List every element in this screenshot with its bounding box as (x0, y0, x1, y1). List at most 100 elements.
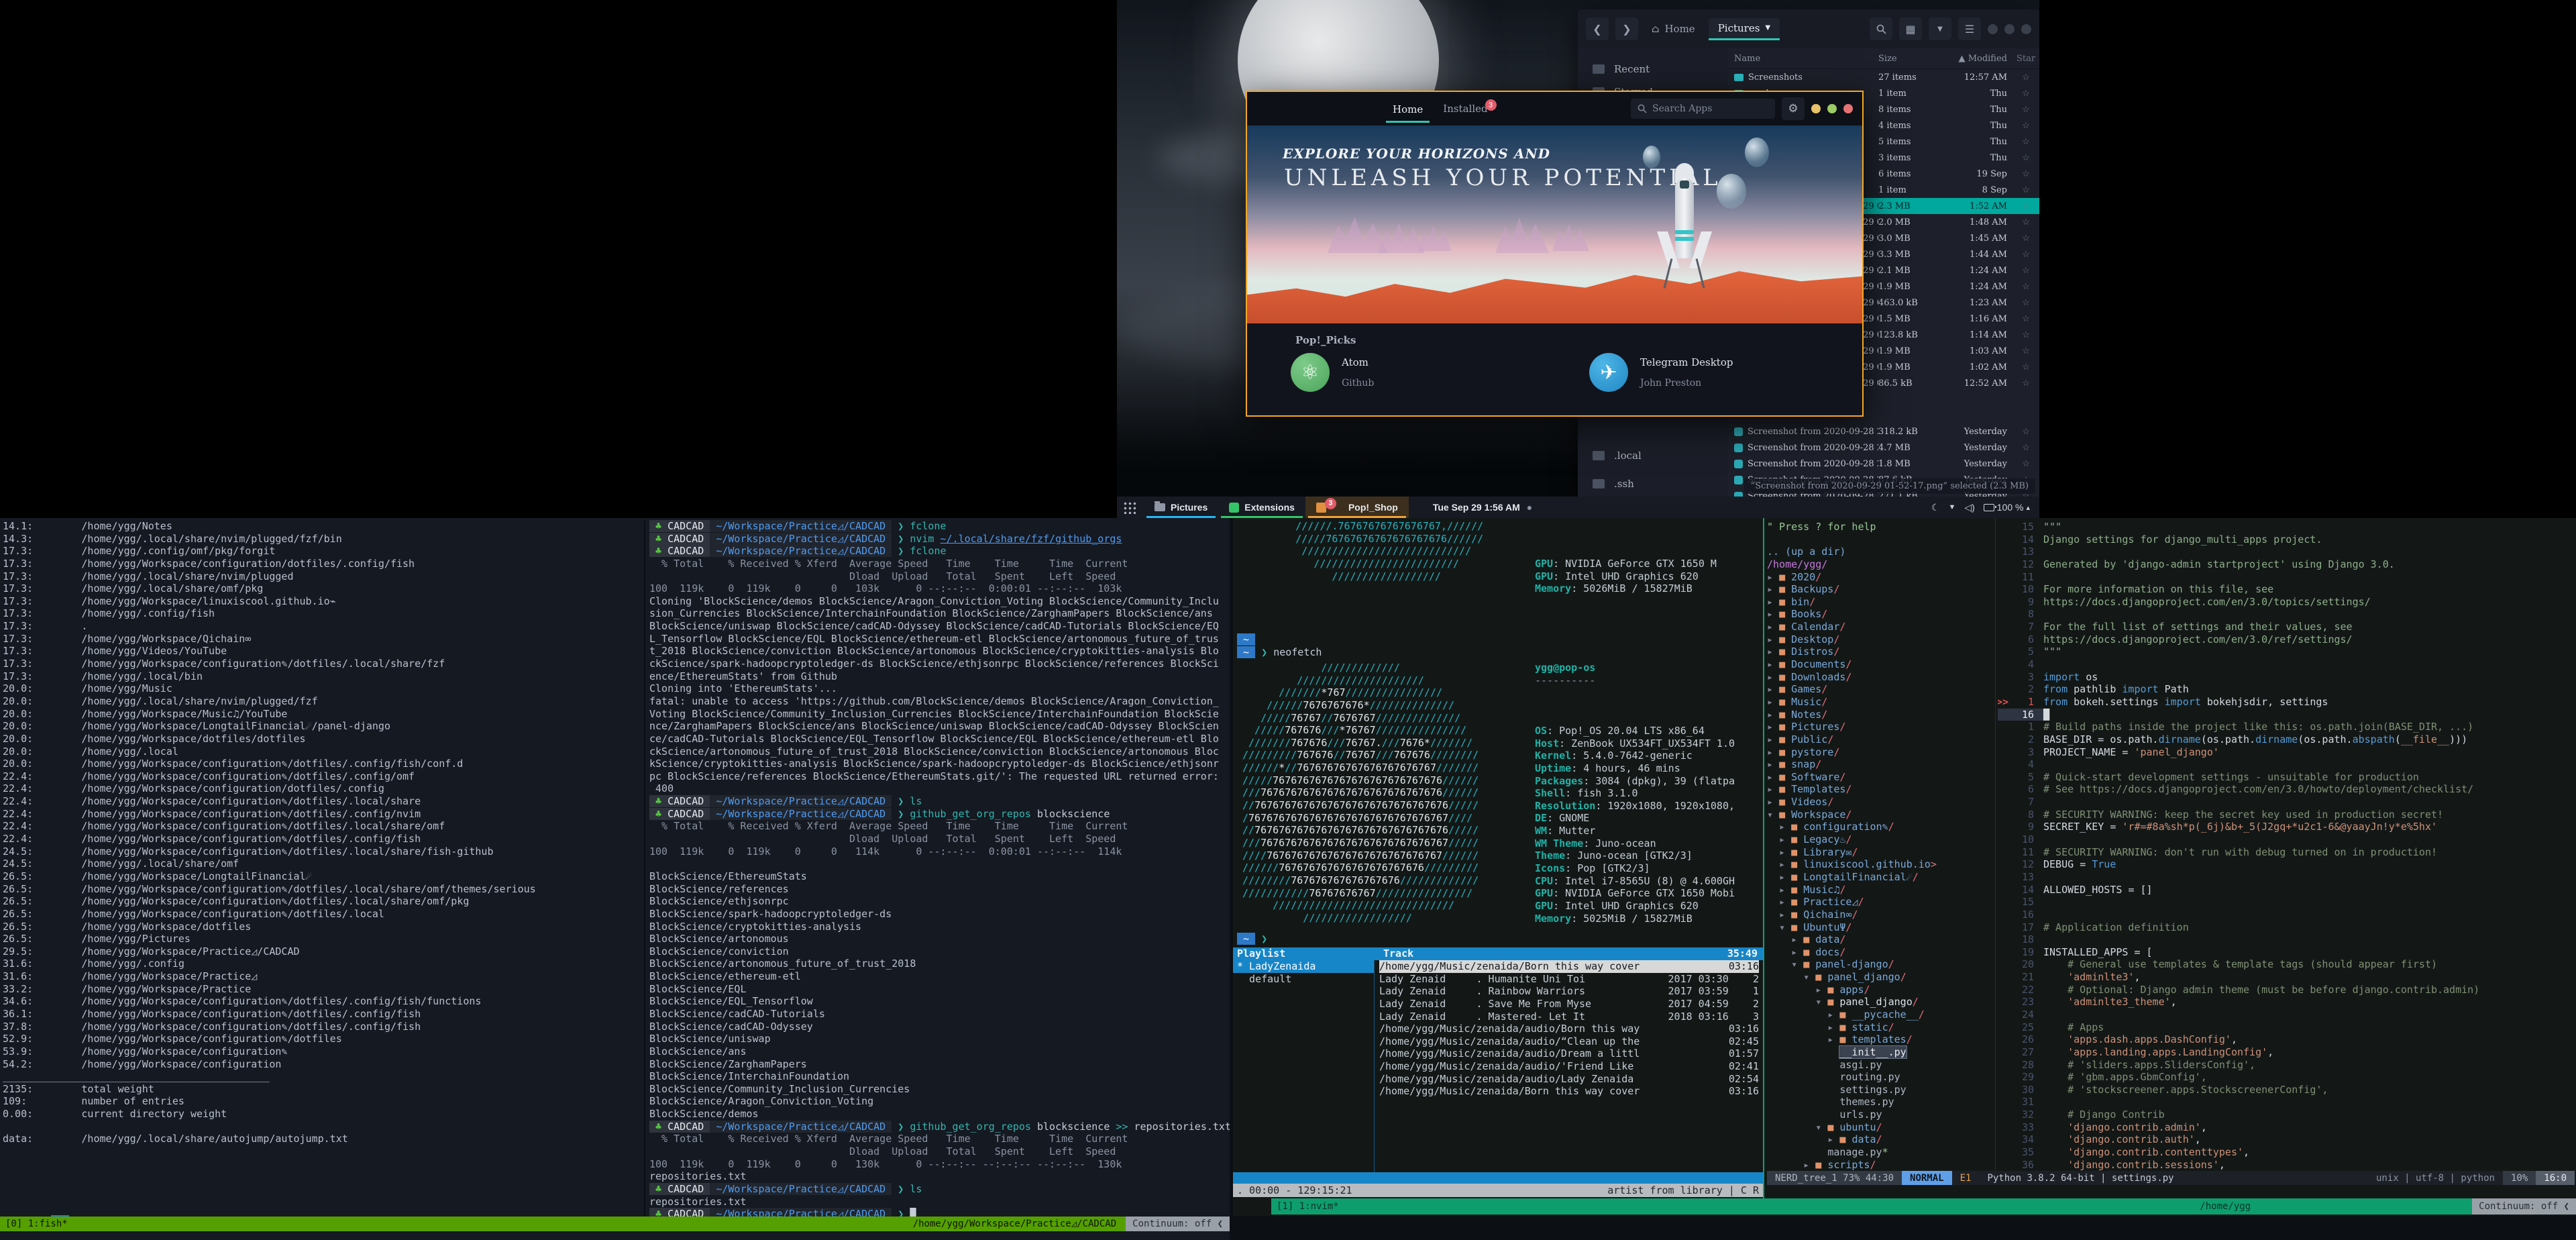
cadcad-shell-pane[interactable]: ♣ CADCAD ~/Workspace/Practice◿/CADCAD ❯ … (644, 520, 1230, 1217)
star-icon[interactable]: ☆ (2012, 185, 2039, 195)
vim-statusline: NERD_tree_1 73% 44:30 NORMAL E1 Python 3… (1767, 1171, 2575, 1185)
cmus-divider (1374, 960, 1375, 1172)
star-icon[interactable]: ☆ (2012, 378, 2039, 389)
home-icon: ⌂ (1652, 23, 1659, 35)
chevron-down-icon: ▼ (1765, 24, 1770, 32)
files-column-headers: Name Size ▲ Modified Star (1727, 48, 2039, 69)
banner-bubble (1745, 138, 1769, 167)
cmus-tracklist[interactable]: /home/ygg/Music/zenaida/Born this way co… (1379, 960, 1759, 1098)
forward-button[interactable]: ❯ (1615, 17, 1638, 40)
bottom-monitor: 14.1: /home/ygg/Notes14.3: /home/ygg/.lo… (0, 518, 2576, 1240)
breadcrumb-home[interactable]: ⌂Home (1645, 19, 1702, 39)
tmux-pane-divider[interactable] (1763, 518, 1764, 1198)
star-icon[interactable]: ☆ (2012, 282, 2039, 292)
search-icon[interactable] (1870, 17, 1892, 40)
star-icon[interactable]: ☆ (2012, 459, 2039, 469)
view-options-icon[interactable]: ▼ (1929, 17, 1951, 40)
taskbar-tab-pictures[interactable]: Pictures (1144, 497, 1218, 518)
star-icon[interactable]: ☆ (2012, 89, 2039, 99)
window-control[interactable] (1988, 24, 1998, 34)
sidebar-item[interactable]: Recent (1578, 58, 1727, 81)
cmus-progress-bar[interactable] (1233, 1172, 1763, 1184)
column-size[interactable]: Size (1878, 54, 1940, 64)
window-close[interactable] (1843, 104, 1853, 113)
sidebar-item[interactable]: .ssh (1578, 470, 1727, 498)
star-icon[interactable]: ☆ (2012, 201, 2039, 211)
star-icon[interactable]: ☆ (2012, 72, 2039, 83)
notification-dot: ● (1527, 502, 1532, 513)
clock[interactable]: Tue Sep 29 1:56 AM (1433, 502, 1520, 513)
battery-indicator[interactable]: 100 %▴ (1984, 502, 2030, 513)
star-icon[interactable]: ☆ (2012, 298, 2039, 308)
network-icon[interactable]: ▼ (1948, 503, 1955, 511)
file-manager-icon (1155, 503, 1165, 511)
tab-installed[interactable]: Installed3 (1436, 95, 1505, 123)
neofetch-palette-row1 (1535, 900, 1680, 912)
star-icon[interactable]: ☆ (2012, 346, 2039, 356)
star-icon[interactable]: ☆ (2012, 121, 2039, 131)
files-selection-status: “Screenshot from 2020-09-29 01-52-17.png… (1744, 478, 2035, 494)
star-icon[interactable]: ☆ (2012, 314, 2039, 324)
statusline-percent: 10% (2503, 1171, 2536, 1185)
vim-code-pane[interactable]: 15"""14Django settings for django_multi_… (1998, 521, 2575, 1172)
window-control[interactable] (2004, 24, 2015, 34)
window-control[interactable] (2021, 24, 2031, 34)
file-row[interactable]: Screenshot from 2020-09-28 21-… 4.7 MB Y… (1727, 440, 2039, 456)
star-icon[interactable]: ☆ (2012, 105, 2039, 115)
taskbar-tab-pop-shop[interactable]: 3Pop!_Shop (1305, 497, 1409, 518)
star-icon[interactable]: ☆ (2012, 153, 2039, 163)
shop-banner[interactable]: EXPLORE YOUR HORIZONS AND UNLEASH YOUR P… (1247, 125, 1862, 323)
night-light-icon[interactable]: ☾ (1931, 502, 1940, 513)
file-row[interactable]: Screenshot from 2020-09-28 21-… 1.8 MB Y… (1727, 456, 2039, 472)
tab-home[interactable]: Home (1386, 95, 1430, 123)
gear-icon[interactable]: ⚙ (1782, 97, 1805, 120)
file-row[interactable]: Screenshots 27 items 12:57 AM ☆ (1727, 69, 2039, 85)
neofetch-title: ygg@pop-os (1535, 662, 1595, 674)
star-icon[interactable]: ☆ (2012, 443, 2039, 453)
cmus-playlists[interactable]: * LadyZenaida default (1233, 960, 1374, 985)
star-icon[interactable]: ☆ (2012, 137, 2039, 147)
pick-card-atom[interactable]: ⚛ AtomGithub (1291, 353, 1374, 392)
star-icon[interactable]: ☆ (2012, 250, 2039, 260)
left-terminal-window[interactable]: 14.1: /home/ygg/Notes14.3: /home/ygg/.lo… (0, 518, 1230, 1240)
extensions-icon (1229, 503, 1239, 513)
shop-picks-section: Pop!_Picks ⚛ AtomGithub ✈ Telegram Deskt… (1247, 323, 1862, 413)
volume-icon[interactable]: ◁) (1964, 502, 1974, 513)
back-button[interactable]: ❮ (1586, 17, 1609, 40)
nerdtree-pane[interactable]: " Press ? for help.. (up a dir)/home/ygg… (1767, 521, 1994, 1172)
column-name[interactable]: Name (1727, 54, 1878, 64)
right-terminal-window[interactable]: //////.76767676767676767,////// /////767… (1233, 518, 2576, 1216)
star-icon[interactable]: ☆ (2012, 217, 2039, 227)
fish-autojump-pane[interactable]: 14.1: /home/ygg/Notes14.3: /home/ygg/.lo… (3, 520, 640, 1217)
pick-card-telegram[interactable]: ✈ Telegram DesktopJohn Preston (1589, 353, 1733, 392)
cmus-player-pane[interactable]: Playlist Track 35:49 * LadyZenaida defau… (1233, 947, 1763, 1198)
window-maximize[interactable] (1827, 104, 1837, 113)
star-icon[interactable]: ☆ (2012, 169, 2039, 179)
banner-mountain (1378, 219, 1425, 253)
star-icon[interactable]: ☆ (2012, 234, 2039, 244)
star-icon[interactable]: ☆ (2012, 362, 2039, 372)
column-modified[interactable]: ▲ Modified (1940, 54, 2012, 64)
star-icon[interactable]: ☆ (2012, 266, 2039, 276)
column-star[interactable]: Star (2012, 54, 2039, 64)
cmus-status-line: . 00:00 - 129:15:21artist from library |… (1233, 1184, 1763, 1197)
search-input[interactable]: Search Apps (1631, 99, 1775, 119)
star-icon[interactable]: ☆ (2012, 427, 2039, 437)
neofetch-palette-row2-frag (1535, 573, 1680, 584)
applications-grid-icon[interactable] (1122, 501, 1136, 514)
shop-header: Home Installed3 Search Apps ⚙ (1247, 92, 1862, 125)
taskbar-tab-extensions[interactable]: Extensions (1218, 497, 1305, 518)
menu-icon[interactable]: ☰ (1958, 17, 1981, 40)
file-row[interactable]: Screenshot from 2020-09-28 22-… 318.2 kB… (1727, 423, 2039, 440)
star-icon[interactable]: ☆ (2012, 330, 2039, 340)
breadcrumb-pictures[interactable]: Pictures▼ (1709, 18, 1780, 40)
window-minimize[interactable] (1811, 104, 1821, 113)
telegram-icon: ✈ (1589, 353, 1628, 392)
statusline-tree-segment: NERD_tree_1 73% 44:30 (1767, 1171, 1902, 1185)
cmus-header: Playlist Track 35:49 (1233, 947, 1763, 960)
vim-window-separator[interactable] (1995, 518, 1996, 1171)
grid-view-icon[interactable]: ▦ (1899, 17, 1922, 40)
neofetch-info: OS: Pop!_OS 20.04 LTS x86_64Host: ZenBoo… (1535, 687, 1735, 925)
file-icon (1734, 460, 1743, 468)
sidebar-item[interactable]: .local (1578, 442, 1727, 470)
